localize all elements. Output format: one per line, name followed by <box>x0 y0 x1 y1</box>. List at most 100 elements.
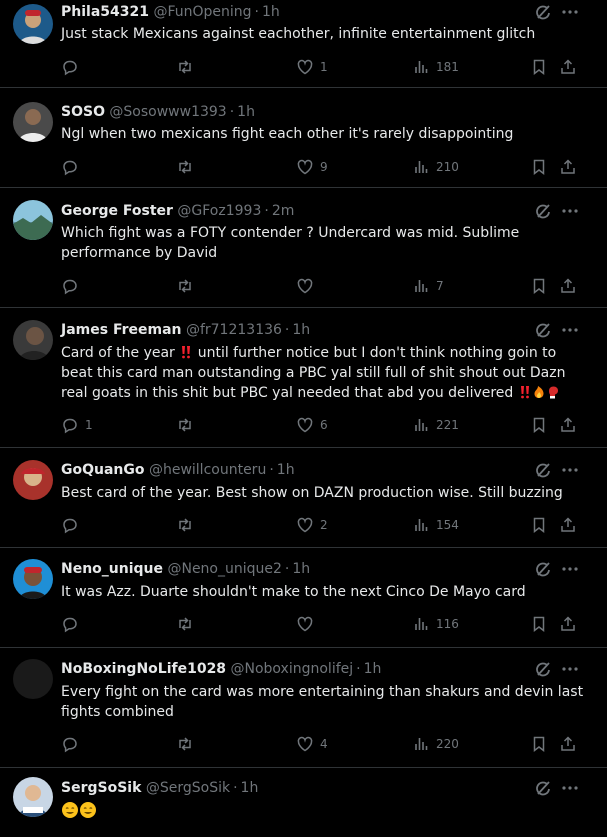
user-handle[interactable]: @fr71213136 <box>182 322 282 338</box>
retweet-icon <box>179 418 191 432</box>
share-button[interactable] <box>559 57 577 77</box>
user-handle[interactable]: @FunOpening <box>149 4 251 20</box>
tweet[interactable]: Neno_unique @Neno_unique2 · 1h It was Azz.… <box>0 548 607 648</box>
user-handle[interactable]: @hewillcounteru <box>145 462 266 478</box>
timestamp[interactable]: 1h <box>277 462 295 478</box>
share-button[interactable] <box>559 276 577 296</box>
display-name[interactable]: George Foster <box>61 203 173 219</box>
tweet[interactable]: GoQuanGo @hewillcounteru · 1h Best card of… <box>0 448 607 548</box>
avatar[interactable] <box>13 102 53 142</box>
tweet[interactable]: NoBoxingNoLife1028 @Noboxingnolifej · 1h E… <box>0 648 607 768</box>
share-icon <box>561 517 575 532</box>
display-name[interactable]: SergSoSik <box>61 780 141 796</box>
avatar[interactable] <box>13 559 53 599</box>
avatar[interactable] <box>13 320 53 360</box>
bookmark-button[interactable] <box>530 157 548 177</box>
bookmark-button[interactable] <box>530 276 548 296</box>
grok-icon[interactable] <box>533 778 553 798</box>
grok-icon[interactable] <box>533 460 553 480</box>
avatar[interactable] <box>13 460 53 500</box>
timestamp[interactable]: 1h <box>292 561 310 577</box>
tweet[interactable]: George Foster @GFoz1993 · 2m Which fight w… <box>0 188 607 308</box>
grok-icon[interactable] <box>533 659 553 679</box>
more-icon[interactable] <box>560 559 580 579</box>
grok-icon[interactable] <box>533 559 553 579</box>
like-button[interactable] <box>296 276 320 296</box>
share-button[interactable] <box>559 157 577 177</box>
avatar[interactable] <box>13 777 53 817</box>
views-button[interactable]: 220 <box>412 734 459 754</box>
timestamp[interactable]: 2m <box>272 203 295 219</box>
bookmark-button[interactable] <box>530 415 548 435</box>
user-handle[interactable]: @Noboxingnolifej <box>226 661 354 677</box>
timestamp[interactable]: 1h <box>292 322 310 338</box>
like-button[interactable]: 6 <box>296 415 328 435</box>
avatar[interactable] <box>13 659 53 699</box>
reply-button[interactable]: 1 <box>61 415 93 435</box>
tweet[interactable]: Phila54321 @FunOpening · 1h Just stack Mex… <box>0 0 607 88</box>
reply-button[interactable] <box>61 276 85 296</box>
avatar[interactable] <box>13 200 53 240</box>
tweet[interactable]: James Freeman @fr71213136 · 1h Card of the… <box>0 308 607 448</box>
reply-icon <box>63 160 77 176</box>
bookmark-button[interactable] <box>530 57 548 77</box>
more-icon[interactable] <box>560 2 580 22</box>
display-name[interactable]: James Freeman <box>61 322 182 338</box>
views-button[interactable]: 7 <box>412 276 444 296</box>
like-button[interactable]: 9 <box>296 157 328 177</box>
display-name[interactable]: NoBoxingNoLife1028 <box>61 661 226 677</box>
more-icon[interactable] <box>560 460 580 480</box>
display-name[interactable]: GoQuanGo <box>61 462 145 478</box>
share-button[interactable] <box>559 614 577 634</box>
timestamp[interactable]: 1h <box>241 780 259 796</box>
retweet-button[interactable] <box>176 415 200 435</box>
like-button[interactable]: 1 <box>296 57 328 77</box>
grok-icon[interactable] <box>533 2 553 22</box>
more-icon[interactable] <box>560 659 580 679</box>
retweet-button[interactable] <box>176 734 200 754</box>
tweet[interactable]: SergSoSik @SergSoSik · 1h <box>0 768 607 837</box>
user-handle[interactable]: @Neno_unique2 <box>163 561 281 577</box>
share-button[interactable] <box>559 734 577 754</box>
share-button[interactable] <box>559 515 577 535</box>
share-button[interactable] <box>559 415 577 435</box>
like-button[interactable]: 4 <box>296 734 328 754</box>
retweet-button[interactable] <box>176 276 200 296</box>
user-handle[interactable]: @Sosowww1393 <box>105 104 226 120</box>
bookmark-button[interactable] <box>530 614 548 634</box>
timestamp[interactable]: 1h <box>364 661 382 677</box>
retweet-button[interactable] <box>176 614 200 634</box>
more-icon[interactable] <box>560 778 580 798</box>
more-icon[interactable] <box>560 320 580 340</box>
reply-button[interactable] <box>61 734 85 754</box>
display-name[interactable]: SOSO <box>61 104 105 120</box>
retweet-button[interactable] <box>176 157 200 177</box>
reply-button[interactable] <box>61 157 85 177</box>
views-button[interactable]: 221 <box>412 415 459 435</box>
user-handle[interactable]: @GFoz1993 <box>173 203 261 219</box>
tweet[interactable]: SOSO @Sosowww1393 · 1h Ngl when two mexica… <box>0 88 607 188</box>
display-name[interactable]: Neno_unique <box>61 561 163 577</box>
retweet-button[interactable] <box>176 515 200 535</box>
grok-icon[interactable] <box>533 320 553 340</box>
bookmark-button[interactable] <box>530 515 548 535</box>
reply-button[interactable] <box>61 614 85 634</box>
views-button[interactable]: 116 <box>412 614 459 634</box>
reply-button[interactable] <box>61 57 85 77</box>
bookmark-button[interactable] <box>530 734 548 754</box>
like-button[interactable] <box>296 614 320 634</box>
reply-button[interactable] <box>61 515 85 535</box>
more-icon[interactable] <box>560 201 580 221</box>
views-button[interactable]: 210 <box>412 157 459 177</box>
like-button[interactable]: 2 <box>296 515 328 535</box>
views-button[interactable]: 154 <box>412 515 459 535</box>
retweet-button[interactable] <box>176 57 200 77</box>
grok-icon[interactable] <box>533 201 553 221</box>
views-button[interactable]: 181 <box>412 57 459 77</box>
timestamp[interactable]: 1h <box>237 104 255 120</box>
avatar[interactable] <box>13 4 53 44</box>
user-handle[interactable]: @SergSoSik <box>141 780 230 796</box>
like-count: 2 <box>320 518 328 532</box>
display-name[interactable]: Phila54321 <box>61 4 149 20</box>
timestamp[interactable]: 1h <box>262 4 280 20</box>
